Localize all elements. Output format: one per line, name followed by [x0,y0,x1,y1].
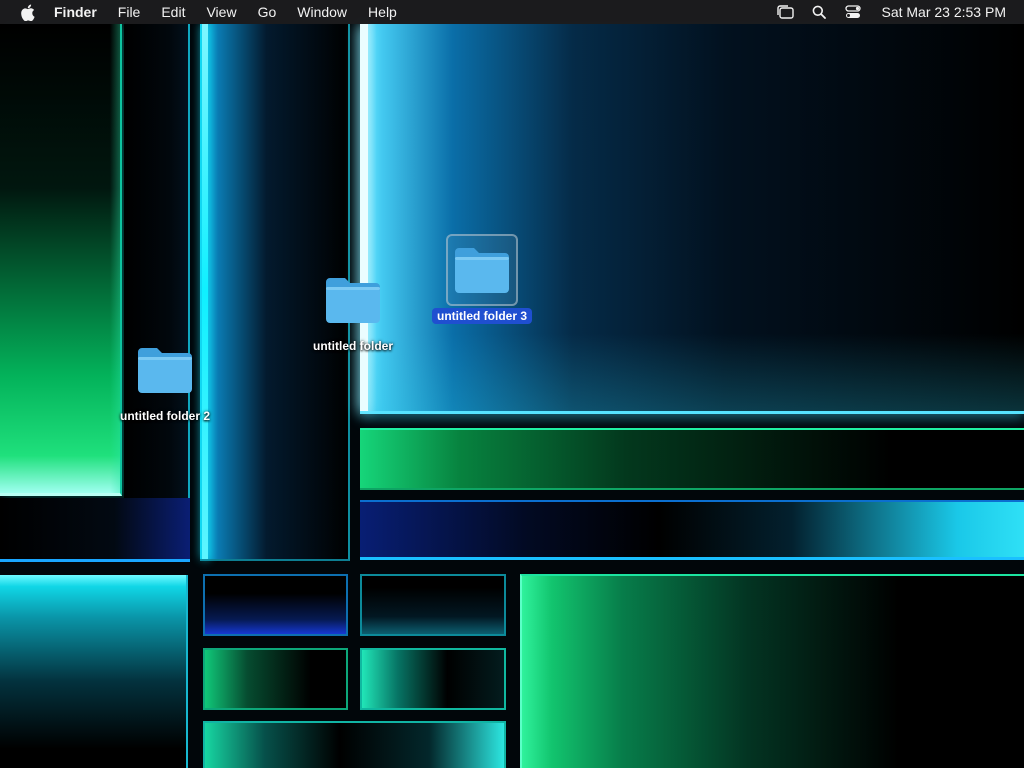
wallpaper-panel [0,498,190,562]
wallpaper-panel [360,574,506,636]
wallpaper-panel [520,574,1024,768]
wallpaper-panel [360,24,1024,414]
desktop-screen: Finder File Edit View Go Window Help Sat… [0,0,1024,768]
folder-label[interactable]: untitled folder [308,338,398,354]
wallpaper-panel [124,24,190,498]
menu-file[interactable]: File [118,0,141,24]
menu-app-name-finder[interactable]: Finder [54,0,97,24]
menu-bar-left: Finder File Edit View Go Window Help [0,0,418,24]
folder-icon[interactable] [446,234,518,306]
folder-icon[interactable] [129,334,201,406]
wallpaper-panel [360,648,506,710]
menu-bar-clock[interactable]: Sat Mar 23 2:53 PM [881,4,1006,20]
wallpaper-panel [203,648,348,710]
menu-view[interactable]: View [206,0,236,24]
apple-logo-icon[interactable] [18,3,36,21]
wallpaper-panel [0,575,188,768]
menu-go[interactable]: Go [258,0,277,24]
folder-label[interactable]: untitled folder 3 [432,308,532,324]
desktop-folder-untitled-folder-3[interactable]: untitled folder 3 [412,234,552,324]
menu-bar: Finder File Edit View Go Window Help Sat… [0,0,1024,24]
wallpaper-panel [360,500,1024,560]
spotlight-search-icon[interactable] [809,2,829,22]
desktop-folder-untitled-folder-2[interactable]: untitled folder 2 [95,334,235,424]
menu-help[interactable]: Help [368,0,397,24]
folder-label[interactable]: untitled folder 2 [115,408,215,424]
control-center-icon[interactable] [843,2,863,22]
wallpaper-panel [360,428,1024,490]
wallpaper-panel [203,574,348,636]
stage-manager-icon[interactable] [775,2,795,22]
folder-icon[interactable] [317,264,389,336]
menu-window[interactable]: Window [297,0,347,24]
desktop-folder-untitled-folder[interactable]: untitled folder [283,264,423,354]
wallpaper-panel [0,24,122,496]
menu-edit[interactable]: Edit [161,0,185,24]
menu-bar-right: Sat Mar 23 2:53 PM [761,0,1024,24]
wallpaper-panel [203,721,506,768]
